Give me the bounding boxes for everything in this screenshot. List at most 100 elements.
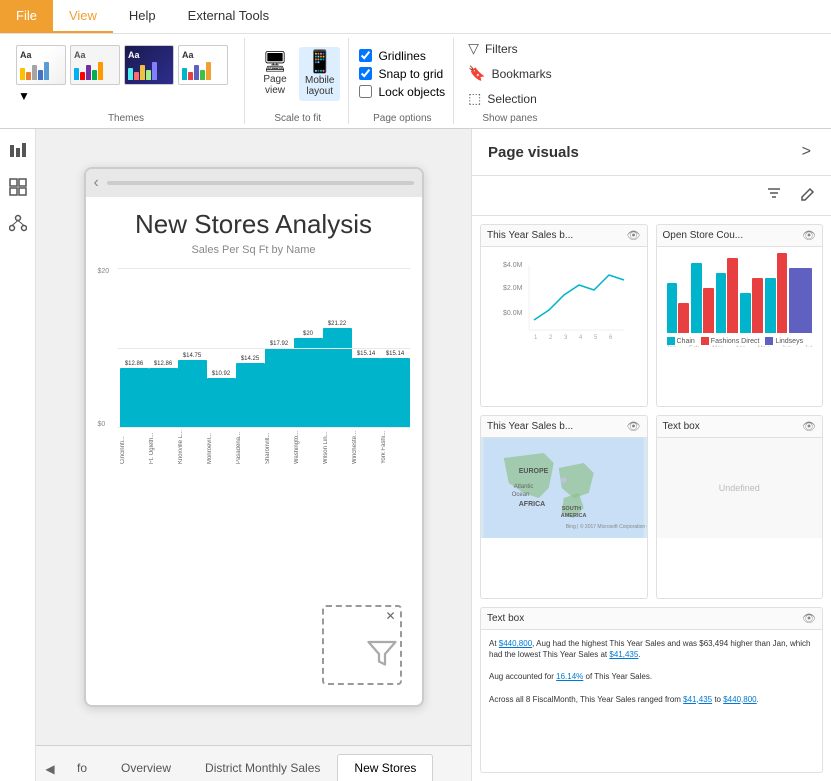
theme-3[interactable]: Aa [124, 45, 174, 85]
tab-file[interactable]: File [0, 0, 53, 33]
svg-text:4: 4 [579, 335, 583, 340]
sidebar-data-icon[interactable] [4, 173, 32, 201]
bar-label-0: Cincinnti... [120, 430, 149, 464]
panel-filter-btn[interactable] [761, 182, 787, 209]
snap-to-grid-check[interactable]: Snap to grid [359, 67, 445, 81]
visual-card-3-eye[interactable]: 👁 [627, 420, 641, 433]
panel-collapse-btn[interactable]: > [798, 141, 815, 163]
aug-link-1[interactable]: $440,800 [499, 639, 532, 648]
bottom-tabs: ◀ fo Overview District Monthly Sales New… [36, 745, 471, 781]
bar-4a [740, 293, 751, 333]
svg-text:AFRICA: AFRICA [519, 501, 545, 508]
bar-label-8: Wincheste... [352, 430, 381, 464]
filters-label: Filters [485, 42, 518, 56]
visual-card-5[interactable]: Text box 👁 At $440,800, Aug had the high… [480, 607, 823, 773]
lock-objects-check[interactable]: Lock objects [359, 85, 445, 99]
chart-legend: Chain Fashions Direct Lindseys [663, 333, 817, 345]
text-box-placeholder: Undefined [719, 483, 760, 493]
filter-close-btn[interactable]: ✕ [381, 607, 399, 625]
svg-text:$0.0M: $0.0M [503, 310, 523, 317]
mobile-back-btn[interactable]: ‹ [94, 174, 99, 192]
visual-card-1-eye[interactable]: 👁 [627, 229, 641, 242]
theme-4[interactable]: Aa [178, 45, 228, 85]
tab-new-stores[interactable]: New Stores [337, 754, 433, 781]
bar-3b [727, 258, 738, 333]
bar-rect-0 [120, 368, 149, 428]
tab-overview[interactable]: Overview [104, 754, 188, 781]
visual-card-5-eye[interactable]: 👁 [802, 612, 816, 625]
svg-text:$4.0M: $4.0M [503, 262, 523, 269]
page-view-btn[interactable]: 🖥 Pageview [255, 48, 295, 100]
visual-card-3-body: EUROPE Atlantic Ocean AFRICA SOUTH AMERI… [481, 438, 647, 538]
bar-rect-6 [294, 338, 323, 428]
legend-lindseys-color [765, 337, 773, 345]
tab-view[interactable]: View [53, 0, 113, 33]
main-area: ‹ New Stores Analysis Sales Per Sq Ft by… [0, 129, 831, 781]
visual-card-2[interactable]: Open Store Cou... 👁 [656, 224, 824, 407]
bookmarks-pane-btn[interactable]: 🔖 Bookmarks [464, 63, 555, 84]
mobile-layout-btn[interactable]: 📱 Mobilelayout [299, 47, 340, 101]
text-content-p2: Aug accounted for 16.14% of This Year Sa… [489, 672, 652, 681]
lock-objects-checkbox[interactable] [359, 85, 372, 98]
filter-widget[interactable]: ✕ [322, 605, 402, 685]
mobile-frame: ‹ New Stores Analysis Sales Per Sq Ft by… [84, 167, 424, 707]
page-options-label: Page options [373, 109, 431, 124]
bar-label-4: Pasadena... [236, 430, 265, 464]
tab-external-tools[interactable]: External Tools [172, 0, 285, 33]
range-low-link[interactable]: $41,435 [683, 695, 712, 704]
jan-link[interactable]: $41,435 [609, 650, 638, 659]
bar-5a [765, 278, 776, 333]
bar-rect-9 [381, 358, 410, 428]
bar-col-1: $12.86 [149, 268, 178, 428]
bar-group-6 [789, 268, 812, 333]
bar-1a [667, 283, 678, 333]
filters-icon: ▽ [468, 40, 479, 57]
theme-2[interactable]: Aa [70, 45, 120, 85]
gridlines-label: Gridlines [378, 49, 425, 63]
visual-card-2-eye[interactable]: 👁 [802, 229, 816, 242]
show-panes-content: ▽ Filters 🔖 Bookmarks ⬚ Selection [464, 38, 555, 109]
visual-card-3[interactable]: This Year Sales b... 👁 EUROPE Atlantic [480, 415, 648, 598]
x-label-jul: Jul [804, 346, 812, 347]
visual-card-4-eye[interactable]: 👁 [802, 420, 816, 433]
text-content-p3: Across all 8 FiscalMonth, This Year Sale… [489, 695, 759, 704]
svg-text:SOUTH: SOUTH [562, 506, 581, 512]
range-high-link[interactable]: $440,800 [723, 695, 756, 704]
visual-card-1-title: This Year Sales b... [487, 230, 573, 241]
sidebar-report-icon[interactable] [4, 137, 32, 165]
bar-label-7: Wilson Lin... [323, 430, 352, 464]
selection-pane-btn[interactable]: ⬚ Selection [464, 88, 555, 109]
tab-help[interactable]: Help [113, 0, 172, 33]
bar-col-9: $15.14 [381, 268, 410, 428]
svg-text:$2.0M: $2.0M [503, 285, 523, 292]
bar-value-3: $10.92 [212, 371, 230, 377]
tab-fo[interactable]: fo [60, 754, 104, 781]
gridlines-checkbox[interactable] [359, 49, 372, 62]
theme-1[interactable]: Aa [16, 45, 66, 85]
pane-items: ▽ Filters 🔖 Bookmarks ⬚ Selection [464, 38, 555, 109]
bar-rect-4 [236, 363, 265, 428]
bar-value-1: $12.86 [154, 361, 172, 367]
y-label-bottom: $0 [98, 421, 110, 428]
theme-dropdown-arrow[interactable]: ▼ [16, 89, 32, 103]
aug-pct-link[interactable]: 16.14% [556, 672, 583, 681]
canvas-area: ‹ New Stores Analysis Sales Per Sq Ft by… [36, 129, 471, 781]
x-label-feb: Feb [689, 346, 699, 347]
filter-funnel-icon [364, 625, 400, 683]
tab-district-monthly-sales[interactable]: District Monthly Sales [188, 754, 337, 781]
snap-to-grid-checkbox[interactable] [359, 67, 372, 80]
visual-card-1[interactable]: This Year Sales b... 👁 $4.0M $2.0M $0.0M… [480, 224, 648, 407]
gridlines-check[interactable]: Gridlines [359, 49, 445, 63]
panel-edit-btn[interactable] [795, 182, 821, 209]
visual-card-4[interactable]: Text box 👁 Undefined [656, 415, 824, 598]
bar-2b [703, 288, 714, 333]
bar-value-0: $12.86 [125, 361, 143, 367]
ribbon-group-scale: 🖥 Pageview 📱 Mobilelayout Scale to fit [247, 38, 349, 124]
visual-card-2-header: Open Store Cou... 👁 [657, 225, 823, 247]
tab-nav-prev[interactable]: ◀ [40, 757, 60, 781]
sidebar-model-icon[interactable] [4, 209, 32, 237]
bar-value-4: $14.25 [241, 356, 259, 362]
svg-text:AMERICA: AMERICA [561, 513, 587, 519]
filters-pane-btn[interactable]: ▽ Filters [464, 38, 555, 59]
bar-label-1: Ft. Ogleth... [149, 430, 178, 464]
